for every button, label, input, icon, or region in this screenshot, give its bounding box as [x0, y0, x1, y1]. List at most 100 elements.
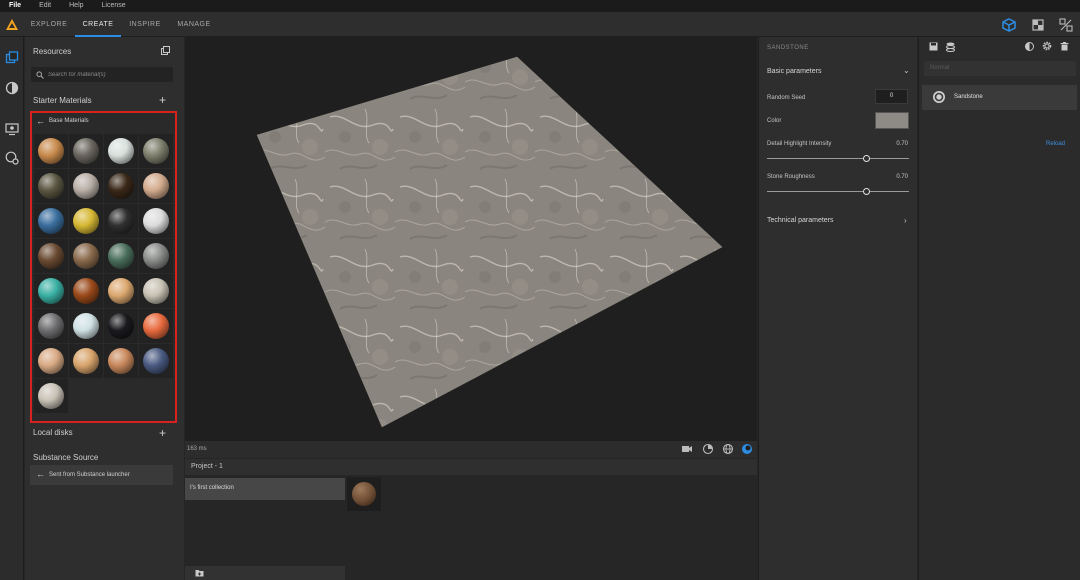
layer-stack-icon[interactable] — [945, 41, 956, 52]
open-library-icon[interactable] — [161, 46, 170, 55]
material-ball — [352, 482, 376, 506]
material-name: SANDSTONE — [767, 45, 809, 51]
settings-gear-icon[interactable] — [1041, 40, 1053, 52]
detail-highlight-value: 0.70 — [896, 141, 908, 147]
color-swatch[interactable] — [875, 112, 909, 129]
basic-parameters-label: Basic parameters — [767, 68, 822, 75]
material-thumbnail[interactable] — [69, 134, 103, 168]
menu-help[interactable]: Help — [60, 0, 92, 12]
sent-from-launcher-row[interactable]: ← Sent from Substance launcher — [30, 465, 173, 485]
3d-view-icon[interactable] — [1001, 17, 1017, 33]
display-icon[interactable] — [5, 122, 19, 136]
material-ball-icon[interactable] — [741, 443, 753, 455]
globe-icon[interactable] — [722, 443, 734, 455]
stone-roughness-slider[interactable] — [767, 191, 909, 192]
trash-icon[interactable] — [1060, 42, 1069, 51]
material-thumbnail[interactable] — [69, 169, 103, 203]
random-seed-input[interactable]: 0 — [875, 89, 908, 104]
material-ball — [143, 173, 169, 199]
tab-create[interactable]: CREATE — [75, 12, 121, 37]
material-thumbnail[interactable] — [139, 169, 173, 203]
substance-source-title: Substance Source — [33, 453, 99, 462]
add-starter-icon[interactable]: + — [159, 94, 166, 106]
material-ball — [143, 208, 169, 234]
stone-roughness-label: Stone Roughness — [767, 174, 815, 180]
blend-mode-dropdown[interactable]: Normal — [924, 61, 1076, 76]
material-thumbnail[interactable] — [34, 379, 68, 413]
camera-icon[interactable] — [681, 443, 693, 455]
search-field[interactable] — [31, 67, 173, 82]
material-thumbnail[interactable] — [69, 344, 103, 378]
material-thumbnail[interactable] — [104, 309, 138, 343]
material-ball — [38, 243, 64, 269]
material-ball — [143, 278, 169, 304]
material-thumbnail[interactable] — [69, 239, 103, 273]
chevron-down-icon: ⌄ — [903, 66, 910, 75]
technical-parameters-header[interactable]: Technical parameters › — [759, 213, 918, 229]
substance-layer-icon — [933, 91, 945, 103]
detail-highlight-slider-thumb[interactable] — [862, 155, 870, 162]
resources-icon[interactable] — [5, 51, 19, 65]
material-thumbnail[interactable] — [34, 169, 68, 203]
material-thumbnail[interactable] — [104, 134, 138, 168]
viewport-status-bar: 163 ms — [185, 441, 757, 458]
material-ball — [108, 138, 134, 164]
material-ball — [73, 208, 99, 234]
material-thumbnail[interactable] — [34, 274, 68, 308]
material-thumbnail[interactable] — [34, 309, 68, 343]
material-thumbnail[interactable] — [139, 309, 173, 343]
2d-view-icon[interactable] — [1030, 17, 1046, 33]
menu-file[interactable]: File — [0, 0, 30, 12]
menu-license[interactable]: License — [93, 0, 135, 12]
base-materials-header[interactable]: ← Base Materials — [32, 113, 175, 131]
3d-viewport[interactable] — [185, 37, 757, 441]
material-thumbnail[interactable] — [34, 204, 68, 238]
layer-row-sandstone[interactable]: Sandstone — [922, 85, 1077, 110]
material-thumbnail[interactable] — [104, 239, 138, 273]
material-ball — [73, 313, 99, 339]
split-view-icon[interactable] — [1058, 17, 1074, 33]
materials-icon[interactable] — [5, 81, 19, 95]
mode-bar: EXPLORE CREATE INSPIRE MANAGE — [0, 12, 1080, 37]
detail-highlight-slider[interactable] — [767, 158, 909, 159]
project-bar: Project - 1 — [185, 459, 757, 475]
material-thumbnail[interactable] — [69, 274, 103, 308]
material-thumbnail[interactable] — [104, 274, 138, 308]
tab-inspire[interactable]: INSPIRE — [125, 12, 165, 37]
add-local-disk-icon[interactable]: + — [159, 427, 166, 439]
material-thumbnail[interactable] — [104, 344, 138, 378]
material-thumbnail[interactable] — [139, 204, 173, 238]
tab-manage[interactable]: MANAGE — [173, 12, 215, 37]
collection-footer — [185, 566, 345, 580]
new-folder-icon[interactable] — [195, 569, 204, 577]
material-thumbnail[interactable] — [69, 309, 103, 343]
reload-link[interactable]: Reload — [1046, 141, 1065, 147]
material-thumbnail[interactable] — [104, 204, 138, 238]
material-thumbnail[interactable] — [139, 134, 173, 168]
material-thumbnail[interactable] — [34, 344, 68, 378]
back-arrow-icon[interactable]: ← — [36, 116, 45, 126]
material-ball — [38, 313, 64, 339]
basic-parameters-header[interactable]: Basic parameters ⌄ — [759, 63, 918, 79]
tab-explore[interactable]: EXPLORE — [27, 12, 71, 37]
save-icon[interactable] — [929, 42, 938, 51]
material-thumbnail[interactable] — [104, 169, 138, 203]
search-input[interactable] — [48, 67, 168, 82]
material-thumbnail[interactable] — [139, 274, 173, 308]
material-thumbnail[interactable] — [139, 239, 173, 273]
environment-settings-icon[interactable] — [5, 151, 19, 165]
material-thumbnail[interactable] — [34, 239, 68, 273]
material-thumbnail[interactable] — [139, 344, 173, 378]
material-thumbnail[interactable] — [69, 204, 103, 238]
chevron-right-icon: › — [904, 216, 907, 225]
material-thumbnail[interactable] — [34, 134, 68, 168]
environment-icon[interactable] — [702, 443, 714, 455]
menu-edit[interactable]: Edit — [30, 0, 60, 12]
app-logo-icon — [6, 19, 18, 30]
back-arrow-icon: ← — [36, 469, 45, 479]
material-layer-icon[interactable] — [1025, 42, 1034, 51]
stone-roughness-slider-thumb[interactable] — [862, 188, 870, 195]
collection-thumbnail[interactable] — [347, 477, 381, 511]
material-ball — [108, 173, 134, 199]
collection-item[interactable]: I's first collection — [185, 478, 345, 500]
